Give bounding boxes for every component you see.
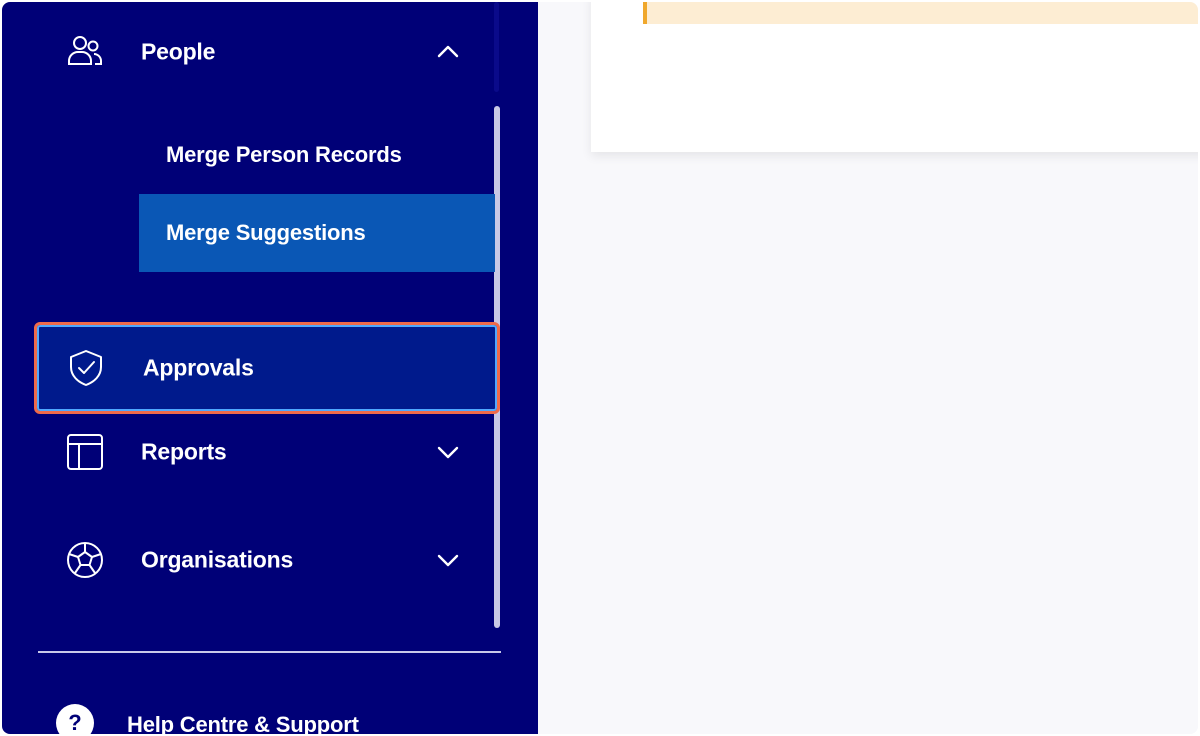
sidebar-subitem-label: Merge Suggestions [166,220,366,245]
help-centre-label: Help Centre & Support [127,712,359,734]
sidebar-item-label: Organisations [141,546,294,573]
warning-banner [643,2,1198,24]
help-centre-link[interactable]: ? Help Centre & Support [38,692,478,734]
layout-icon [64,431,106,473]
sidebar-subitem-label: Merge Person Records [166,142,402,167]
sidebar-subitem-merge-person-records[interactable]: Merge Person Records [139,116,495,194]
sidebar: People Merge Person Records Merge Sugges… [2,2,538,734]
shield-check-icon [65,347,107,389]
sidebar-item-approvals[interactable]: Approvals [34,322,500,414]
people-icon [64,31,106,73]
main-content [538,2,1198,734]
chevron-down-icon[interactable] [436,548,460,572]
sidebar-item-reports[interactable]: Reports [38,410,494,494]
chevron-down-icon[interactable] [436,440,460,464]
content-card [591,2,1198,152]
sidebar-subitem-merge-suggestions[interactable]: Merge Suggestions [139,194,495,272]
football-icon [64,539,106,581]
sidebar-item-people[interactable]: People [38,10,494,94]
sidebar-item-label: Reports [141,438,227,465]
sidebar-divider [38,651,501,653]
chevron-up-icon[interactable] [436,40,460,64]
help-icon: ? [56,704,94,734]
sidebar-item-label: Approvals [143,354,254,381]
app-window: People Merge Person Records Merge Sugges… [2,2,1198,734]
sidebar-item-organisations[interactable]: Organisations [38,518,494,602]
sidebar-scrollbar-track [494,2,499,92]
sidebar-item-label: People [141,38,216,65]
